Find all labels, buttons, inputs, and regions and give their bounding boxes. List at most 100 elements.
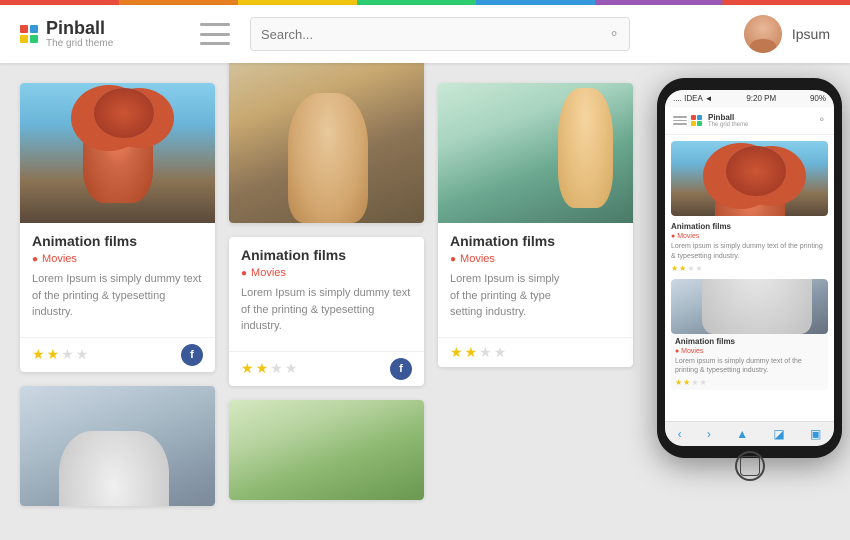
pin-icon-3: ● [450,254,456,265]
avatar-face [744,15,782,53]
phone-back-icon[interactable]: ‹ [678,427,682,441]
ph-star-4: ★ [700,378,707,387]
header: Pinball The grid theme ⚬ Ipsum [0,5,850,63]
hamburger-line-3 [200,42,230,45]
phone-card-location: ● Movies [671,233,828,240]
card-chameleon-image [229,400,424,500]
star-4: ★ [76,346,89,363]
phone-brave-image [671,141,828,216]
column-1: Animation films ● Movies Lorem Ipsum is … [20,83,215,520]
phone-app-tagline: The grid theme [708,122,748,128]
phone-horse-text: Lorem ipsum is simply dummy text of the … [675,357,824,377]
ph-star-2: ★ [683,378,690,387]
phone-card-title: Animation films [671,222,828,231]
card-tangled-description: Lorem Ipsum is simply dummy text of the … [241,285,412,335]
username: Ipsum [792,26,830,42]
card-brave-footer: ★ ★ ★ ★ f [20,337,215,372]
column-3: Animation films ● Movies Lorem Ipsum is … [438,83,633,520]
phone-footer-nav: ‹ › ▲ ◪ ▣ [665,421,834,446]
phone-logo-icon [691,115,702,126]
logo-cell-red [20,25,28,33]
phone-card-text: Lorem ipsum is simply dummy text of the … [671,242,828,262]
phone-logo-text-area: Pinball The grid theme [708,113,748,128]
phone-hamburger[interactable] [673,116,687,125]
card-tangled-location: ● Movies [241,267,412,279]
card-brave-title: Animation films [32,233,203,249]
card-tangled: Animation films ● Movies Lorem Ipsum is … [229,237,424,386]
star-r3: ★ [479,344,492,361]
phone-home-button[interactable] [735,451,765,481]
logo-area: Pinball The grid theme [20,19,170,50]
search-input[interactable] [250,17,630,51]
logo-cell-blue [30,25,38,33]
phone-home-inner [740,456,760,476]
phone-carrier: .... IDEA ◄ [673,94,712,103]
star-r2: ★ [465,344,478,361]
card-horse-image [20,386,215,506]
card-tangled-category: Movies [251,267,286,279]
phone-lc3 [691,121,696,126]
card-rapunzel-category: Movies [460,253,495,265]
app-name: Pinball [46,19,113,39]
card-rapunzel-image [438,83,633,223]
phone-screen: .... IDEA ◄ 9:20 PM 90% [665,90,834,446]
phone-star-2: ★ [679,264,686,273]
app-tagline: The grid theme [46,38,113,49]
facebook-button-2[interactable]: f [390,358,412,380]
phone-horse-title: Animation films [675,337,824,346]
card-chameleon [229,400,424,500]
logo-icon [20,25,38,43]
star-t4: ★ [285,360,298,377]
phone-horse-stars: ★ ★ ★ ★ [675,378,824,387]
grid-layout: Animation films ● Movies Lorem Ipsum is … [20,83,830,520]
card-brave-location: ● Movies [32,253,203,265]
phone-stars: ★ ★ ★ ★ [671,264,828,273]
phone-header: Pinball The grid theme ⚬ [665,107,834,135]
phone-time: 9:20 PM [746,94,776,103]
logo-cell-yellow [20,35,28,43]
phone-column: .... IDEA ◄ 9:20 PM 90% [647,83,842,520]
ph-line-2 [673,120,687,122]
phone-star-3: ★ [687,264,694,273]
card-tangled-stars: ★ ★ ★ ★ [241,360,297,377]
star-1: ★ [32,346,45,363]
search-icon: ⚬ [608,26,620,43]
card-rapunzel: Animation films ● Movies Lorem Ipsum is … [438,83,633,367]
phone-card-category: Movies [677,233,699,240]
phone-search-icon[interactable]: ⚬ [818,115,826,126]
star-3: ★ [61,346,74,363]
card-rapunzel-stars: ★ ★ ★ ★ [450,344,506,361]
card-rapunzel-title: Animation films [450,233,621,249]
card-brave: Animation films ● Movies Lorem Ipsum is … [20,83,215,372]
pin-icon: ● [32,254,38,265]
phone-card-body: Animation films ● Movies Lorem ipsum is … [671,222,828,273]
star-t1: ★ [241,360,254,377]
logo-cell-green [30,35,38,43]
card-tangled-body: Animation films ● Movies Lorem Ipsum is … [229,237,424,351]
hamburger-line-2 [200,33,230,36]
phone-star-1: ★ [671,264,678,273]
phone-horse-body: Animation films ● Movies Lorem ipsum is … [671,334,828,391]
phone-share-icon[interactable]: ▲ [736,427,748,441]
logo-text: Pinball The grid theme [46,19,113,50]
star-r4: ★ [494,344,507,361]
column-2: Animation films ● Movies Lorem Ipsum is … [229,83,424,520]
phone-mockup: .... IDEA ◄ 9:20 PM 90% [657,78,842,458]
user-area: Ipsum [744,15,830,53]
avatar [744,15,782,53]
card-tangled-top-image [229,63,424,223]
facebook-button[interactable]: f [181,344,203,366]
phone-battery: 90% [810,94,826,103]
ph-line-1 [673,116,687,118]
ph-line-3 [673,123,687,125]
hamburger-menu[interactable] [200,23,230,45]
phone-star-4: ★ [696,264,703,273]
phone-forward-icon[interactable]: › [707,427,711,441]
card-brave-body: Animation films ● Movies Lorem Ipsum is … [20,223,215,337]
phone-bookmark-icon[interactable]: ◪ [773,427,784,441]
phone-lc1 [691,115,696,120]
card-brave-description: Lorem Ipsum is simply dummy text of the … [32,271,203,321]
phone-horse-image [671,279,828,334]
phone-horse-card: Animation films ● Movies Lorem ipsum is … [671,279,828,391]
phone-tabs-icon[interactable]: ▣ [810,427,821,441]
